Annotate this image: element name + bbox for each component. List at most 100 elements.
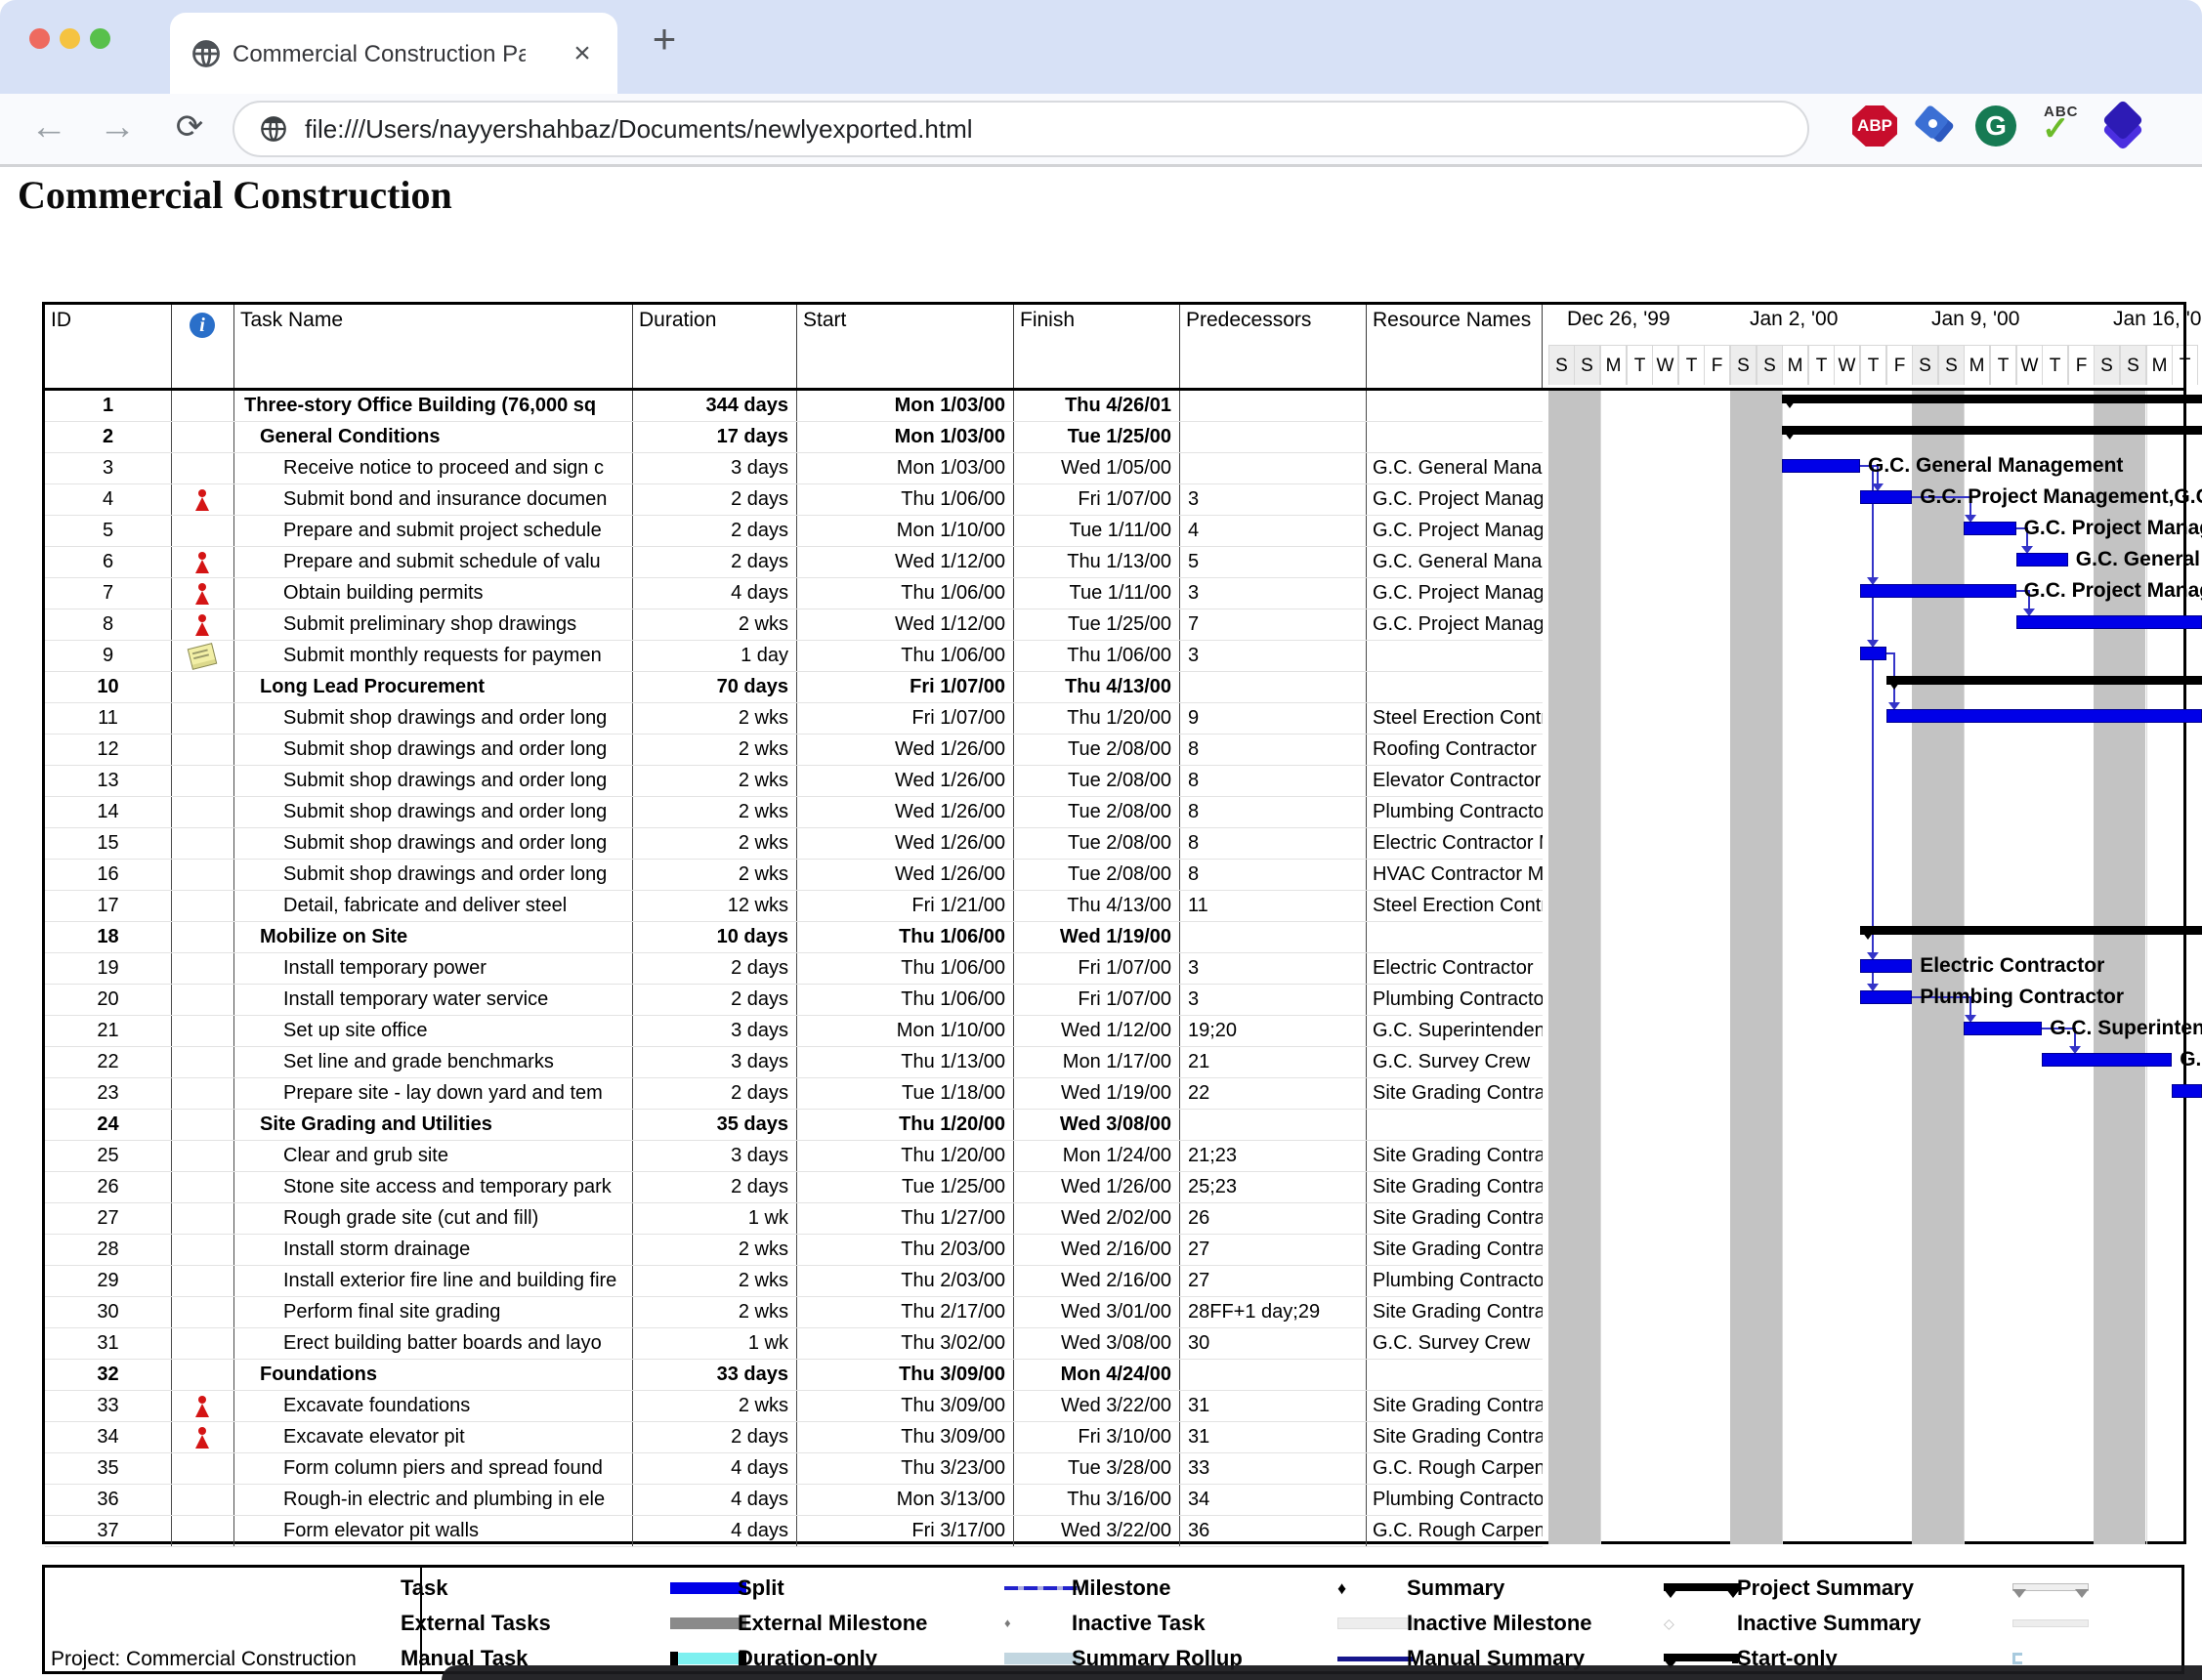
table-row[interactable]: 14Submit shop drawings and order long2 w… xyxy=(45,797,1543,828)
table-row[interactable]: 7Obtain building permits4 daysThu 1/06/0… xyxy=(45,578,1543,609)
reload-button[interactable]: ⟳ xyxy=(164,102,215,152)
cell-finish: Wed 3/01/00 xyxy=(1014,1297,1180,1327)
summary-bar[interactable] xyxy=(1782,395,2202,403)
forward-button[interactable]: → xyxy=(92,102,143,152)
table-row[interactable]: 9Submit monthly requests for paymen1 day… xyxy=(45,641,1543,672)
adblock-plus-extension-icon[interactable]: ABP xyxy=(1852,105,1897,147)
url-text[interactable]: file:///Users/nayyershahbaz/Documents/ne… xyxy=(305,103,973,155)
table-row[interactable]: 27Rough grade site (cut and fill)1 wkThu… xyxy=(45,1203,1543,1235)
address-bar[interactable]: file:///Users/nayyershahbaz/Documents/ne… xyxy=(233,101,1809,157)
browser-toolbar: ← → ⟳ file:///Users/nayyershahbaz/Docume… xyxy=(0,94,2202,167)
table-row[interactable]: 26Stone site access and temporary park2 … xyxy=(45,1172,1543,1203)
cell-predecessors: 22 xyxy=(1180,1078,1367,1109)
table-row[interactable]: 24Site Grading and Utilities35 daysThu 1… xyxy=(45,1110,1543,1141)
table-row[interactable]: 15Submit shop drawings and order long2 w… xyxy=(45,828,1543,860)
table-row[interactable]: 25Clear and grub site3 daysThu 1/20/00Mo… xyxy=(45,1141,1543,1172)
table-row[interactable]: 18Mobilize on Site10 daysThu 1/06/00Wed … xyxy=(45,922,1543,953)
task-bar[interactable] xyxy=(1860,990,1912,1004)
table-row[interactable]: 6Prepare and submit schedule of valu2 da… xyxy=(45,547,1543,578)
table-row[interactable]: 34Excavate elevator pit2 daysThu 3/09/00… xyxy=(45,1422,1543,1453)
cell-indicator xyxy=(172,797,234,827)
table-row[interactable]: 33Excavate foundations2 wksThu 3/09/00We… xyxy=(45,1391,1543,1422)
cell-task-name: Install temporary power xyxy=(234,953,633,984)
column-header-start[interactable]: Start xyxy=(797,305,1014,388)
table-row[interactable]: 2General Conditions17 daysMon 1/03/00Tue… xyxy=(45,422,1543,453)
table-row[interactable]: 13Submit shop drawings and order long2 w… xyxy=(45,766,1543,797)
table-row[interactable]: 3Receive notice to proceed and sign c3 d… xyxy=(45,453,1543,484)
tag-extension-icon[interactable] xyxy=(1915,105,1960,147)
task-bar[interactable] xyxy=(1860,490,1912,504)
cell-indicator xyxy=(172,1047,234,1077)
column-header-duration[interactable]: Duration xyxy=(633,305,797,388)
column-header-task_name[interactable]: Task Name xyxy=(234,305,633,388)
table-row[interactable]: 1Three-story Office Building (76,000 sq3… xyxy=(45,391,1543,422)
summary-bar[interactable] xyxy=(1782,426,2202,435)
table-row[interactable]: 4Submit bond and insurance documen2 days… xyxy=(45,484,1543,516)
column-header-info[interactable]: i xyxy=(172,305,234,388)
table-row[interactable]: 28Install storm drainage2 wksThu 2/03/00… xyxy=(45,1235,1543,1266)
close-window-button[interactable] xyxy=(29,28,50,49)
column-header-resource_names[interactable]: Resource Names xyxy=(1367,305,1543,388)
table-row[interactable]: 37Form elevator pit walls4 daysFri 3/17/… xyxy=(45,1516,1543,1547)
timescale-day-cell: T xyxy=(1678,345,1705,385)
table-row[interactable]: 32Foundations33 daysThu 3/09/00Mon 4/24/… xyxy=(45,1360,1543,1391)
cell-resources: Electric Contractor xyxy=(1367,953,1543,984)
task-bar[interactable] xyxy=(2016,615,2202,629)
task-bar[interactable] xyxy=(2016,553,2068,567)
table-row[interactable]: 29Install exterior fire line and buildin… xyxy=(45,1266,1543,1297)
table-row[interactable]: 21Set up site office3 daysMon 1/10/00Wed… xyxy=(45,1016,1543,1047)
task-bar[interactable] xyxy=(1782,459,1860,473)
browser-window: Commercial Construction Pag × + ← → ⟳ fi… xyxy=(0,0,2202,1680)
table-row[interactable]: 5Prepare and submit project schedule2 da… xyxy=(45,516,1543,547)
chart-legend: Project: Commercial Construction TaskSpl… xyxy=(42,1565,2184,1674)
timescale-week-label: Jan 16, '00 xyxy=(2113,308,2202,331)
browser-tab[interactable]: Commercial Construction Pag × xyxy=(170,13,617,94)
close-tab-icon[interactable]: × xyxy=(565,36,600,71)
layers-extension-icon[interactable] xyxy=(2100,105,2145,147)
cell-resources: Plumbing Contractor,E xyxy=(1367,1485,1543,1515)
minimize-window-button[interactable] xyxy=(60,28,80,49)
timescale-day-cell: F xyxy=(1886,345,1913,385)
task-bar[interactable] xyxy=(1860,647,1886,660)
new-tab-button[interactable]: + xyxy=(643,18,686,61)
cell-start: Wed 1/26/00 xyxy=(797,860,1014,890)
table-row[interactable]: 36Rough-in electric and plumbing in ele4… xyxy=(45,1485,1543,1516)
task-bar[interactable] xyxy=(1860,959,1912,973)
table-row[interactable]: 17Detail, fabricate and deliver steel12 … xyxy=(45,891,1543,922)
zoom-window-button[interactable] xyxy=(90,28,110,49)
task-bar[interactable] xyxy=(2172,1084,2202,1098)
cell-finish: Wed 3/08/00 xyxy=(1014,1328,1180,1359)
cell-task-name: Receive notice to proceed and sign c xyxy=(234,453,633,483)
table-row[interactable]: 22Set line and grade benchmarks3 daysThu… xyxy=(45,1047,1543,1078)
timescale-week-label: Dec 26, '99 xyxy=(1567,308,1671,331)
table-row[interactable]: 35Form column piers and spread found4 da… xyxy=(45,1453,1543,1485)
table-row[interactable]: 30Perform final site grading2 wksThu 2/1… xyxy=(45,1297,1543,1328)
summary-bar[interactable] xyxy=(1860,926,2202,935)
task-bar[interactable] xyxy=(1886,709,2202,723)
cell-indicator xyxy=(172,1016,234,1046)
table-row[interactable]: 20Install temporary water service2 daysT… xyxy=(45,985,1543,1016)
table-row[interactable]: 12Submit shop drawings and order long2 w… xyxy=(45,735,1543,766)
spellcheck-extension-icon[interactable]: ABC ✓ xyxy=(2036,105,2081,147)
back-button[interactable]: ← xyxy=(23,102,74,152)
summary-bar[interactable] xyxy=(1886,676,2202,685)
grammarly-extension-icon[interactable]: G xyxy=(1975,105,2016,147)
task-bar[interactable] xyxy=(1964,522,2015,535)
column-header-id[interactable]: ID xyxy=(45,305,172,388)
cell-duration: 344 days xyxy=(633,391,797,421)
table-row[interactable]: 11Submit shop drawings and order long2 w… xyxy=(45,703,1543,735)
table-row[interactable]: 19Install temporary power2 daysThu 1/06/… xyxy=(45,953,1543,985)
task-bar[interactable] xyxy=(2042,1053,2172,1067)
column-header-finish[interactable]: Finish xyxy=(1014,305,1180,388)
person-body xyxy=(195,622,209,636)
cell-indicator xyxy=(172,453,234,483)
column-header-predecessors[interactable]: Predecessors xyxy=(1180,305,1367,388)
table-row[interactable]: 23Prepare site - lay down yard and tem2 … xyxy=(45,1078,1543,1110)
task-bar[interactable] xyxy=(1860,584,2016,598)
macos-dock-edge[interactable] xyxy=(442,1665,2202,1680)
table-row[interactable]: 10Long Lead Procurement70 daysFri 1/07/0… xyxy=(45,672,1543,703)
task-bar[interactable] xyxy=(1964,1022,2042,1035)
table-row[interactable]: 31Erect building batter boards and layo1… xyxy=(45,1328,1543,1360)
table-row[interactable]: 16Submit shop drawings and order long2 w… xyxy=(45,860,1543,891)
table-row[interactable]: 8Submit preliminary shop drawings2 wksWe… xyxy=(45,609,1543,641)
